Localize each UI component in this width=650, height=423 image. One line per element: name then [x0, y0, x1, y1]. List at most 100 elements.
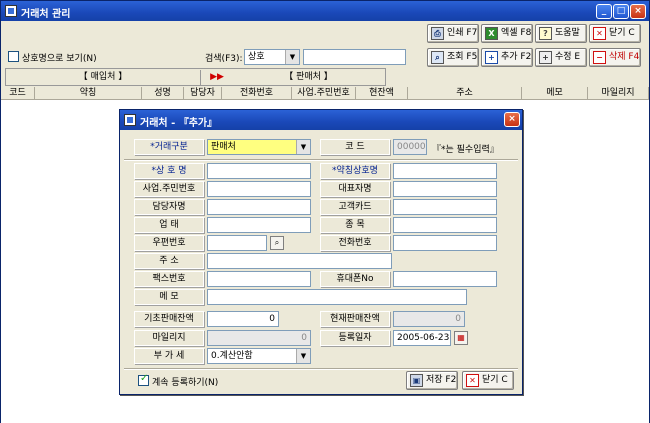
close-c-label: 닫기 C	[609, 28, 635, 38]
print-button[interactable]: ⎙ 인쇄 F7	[427, 24, 479, 43]
fax-label: 팩스번호	[134, 271, 204, 287]
help-label: 도움말	[555, 28, 580, 38]
address-input[interactable]	[207, 253, 392, 269]
column-header[interactable]: 전화번호	[222, 87, 292, 100]
close-c-button[interactable]: ✕ 닫기 C	[589, 24, 641, 43]
tab-sell[interactable]: 【 판매처 】	[232, 70, 385, 85]
zip-input[interactable]	[207, 235, 267, 251]
code-input: 000006	[393, 139, 427, 155]
column-header[interactable]: 약칭	[35, 87, 142, 100]
continue-register-label: 계속 등록하기(N)	[152, 378, 219, 388]
minus-icon: −	[593, 51, 606, 64]
mobile-input[interactable]	[393, 271, 497, 287]
app-icon	[5, 5, 17, 17]
name-input[interactable]	[207, 163, 311, 179]
column-header[interactable]: 담당자	[184, 87, 222, 100]
dialog-title-bar: 거래처 - 『추가』 ×	[120, 110, 522, 130]
tab-strip: 【 매입처 】 ▶▶ 【 판매처 】	[5, 68, 386, 86]
vat-select[interactable]: 0.계산안함 ▼	[207, 348, 311, 364]
close-button[interactable]: ×	[630, 4, 646, 19]
phone-input[interactable]	[393, 235, 497, 251]
biztype-label: 업 태	[134, 217, 204, 233]
regdate-input[interactable]: 2005-06-23	[393, 330, 451, 346]
column-header[interactable]: 주소	[408, 87, 522, 100]
staff-input[interactable]	[207, 199, 311, 215]
column-header[interactable]: 마일리지	[588, 87, 649, 100]
current-balance-label: 현재판매잔액	[320, 311, 390, 327]
search-label: 검색(F3):	[205, 54, 243, 64]
save-icon: ▣	[410, 374, 423, 387]
search-field-value: 상호	[248, 52, 265, 62]
print-label: 인쇄 F7	[447, 28, 478, 38]
column-header[interactable]: 메모	[522, 87, 588, 100]
query-button[interactable]: ⌕ 조회 F5	[427, 48, 479, 67]
bizno-label: 사업.주민번호	[134, 181, 204, 197]
biztype-input[interactable]	[207, 217, 311, 233]
tab-buy[interactable]: 【 매입처 】	[6, 70, 201, 85]
required-note: 『*는 필수입력』	[432, 145, 499, 155]
regdate-label: 등록일자	[320, 330, 390, 346]
init-balance-input[interactable]: 0	[207, 311, 279, 327]
zip-search-icon[interactable]: ⌕	[270, 236, 284, 250]
add-button[interactable]: + 추가 F2	[481, 48, 533, 67]
type-select[interactable]: 판매처 ▼	[207, 139, 311, 155]
save-button[interactable]: ▣ 저장 F2	[406, 371, 458, 390]
excel-button[interactable]: X 엑셀 F8	[481, 24, 533, 43]
mobile-label: 휴대폰No	[320, 271, 390, 287]
item-input[interactable]	[393, 217, 497, 233]
close-x-icon: ✕	[466, 374, 479, 387]
card-input[interactable]	[393, 199, 497, 215]
card-label: 고객카드	[320, 199, 390, 215]
chevron-down-icon: ▼	[285, 50, 299, 64]
init-balance-label: 기초판매잔액	[134, 311, 204, 327]
minimize-button[interactable]: _	[596, 4, 612, 19]
column-header[interactable]: 코드	[1, 87, 35, 100]
dialog-close-button[interactable]: ×	[504, 112, 520, 127]
window-title: 거래처 관리	[21, 9, 71, 20]
type-value: 판매처	[211, 142, 236, 152]
title-bar: 거래처 관리 _ □ ×	[1, 1, 649, 21]
column-header[interactable]: 현잔액	[356, 87, 408, 100]
divider	[124, 368, 518, 369]
address-label: 주 소	[134, 253, 204, 269]
search-input[interactable]	[303, 49, 406, 65]
column-header[interactable]: 사업.주민번호	[292, 87, 356, 100]
continue-register-checkbox[interactable]	[138, 373, 149, 386]
maximize-button[interactable]: □	[613, 4, 629, 19]
printer-icon: ⎙	[431, 27, 444, 40]
rep-input[interactable]	[393, 181, 497, 197]
excel-label: 엑셀 F8	[501, 28, 532, 38]
dialog-title: 거래처 - 『추가』	[140, 118, 218, 129]
dialog-close-c-label: 닫기 C	[482, 375, 508, 385]
close-x-icon: ✕	[593, 27, 606, 40]
column-header[interactable]: 성명	[142, 87, 184, 100]
edit-icon: +	[539, 51, 552, 64]
save-label: 저장 F2	[426, 375, 457, 385]
show-by-name-label: 상호명으로 보기(N)	[22, 54, 97, 64]
search-field-select[interactable]: 상호 ▼	[244, 49, 300, 65]
dialog-icon	[124, 114, 136, 126]
chevron-down-icon: ▼	[296, 349, 310, 363]
mileage-input: 0	[207, 330, 311, 346]
mileage-label: 마일리지	[134, 330, 204, 346]
fax-input[interactable]	[207, 271, 311, 287]
bizno-input[interactable]	[207, 181, 311, 197]
dialog-close-c-button[interactable]: ✕ 닫기 C	[462, 371, 514, 390]
delete-button[interactable]: − 삭제 F4	[589, 48, 641, 67]
tab-arrow-icon: ▶▶	[210, 72, 224, 82]
zip-label: 우편번호	[134, 235, 204, 251]
short-name-input[interactable]	[393, 163, 497, 179]
help-button[interactable]: ? 도움말	[535, 24, 587, 43]
search-icon: ⌕	[431, 51, 444, 64]
add-label: 추가 F2	[501, 52, 532, 62]
vat-label: 부 가 세	[134, 348, 204, 364]
memo-input[interactable]	[207, 289, 467, 305]
calendar-icon[interactable]: ▦	[454, 331, 468, 345]
delete-label: 삭제 F4	[609, 52, 640, 62]
phone-label: 전화번호	[320, 235, 390, 251]
main-window: 거래처 관리 _ □ × ⎙ 인쇄 F7 X 엑셀 F8 ? 도움말 ✕ 닫기 C 상호…	[0, 0, 650, 423]
chevron-down-icon: ▼	[296, 140, 310, 154]
show-by-name-checkbox[interactable]	[8, 51, 19, 62]
edit-button[interactable]: + 수정 E	[535, 48, 587, 67]
plus-icon: +	[485, 51, 498, 64]
